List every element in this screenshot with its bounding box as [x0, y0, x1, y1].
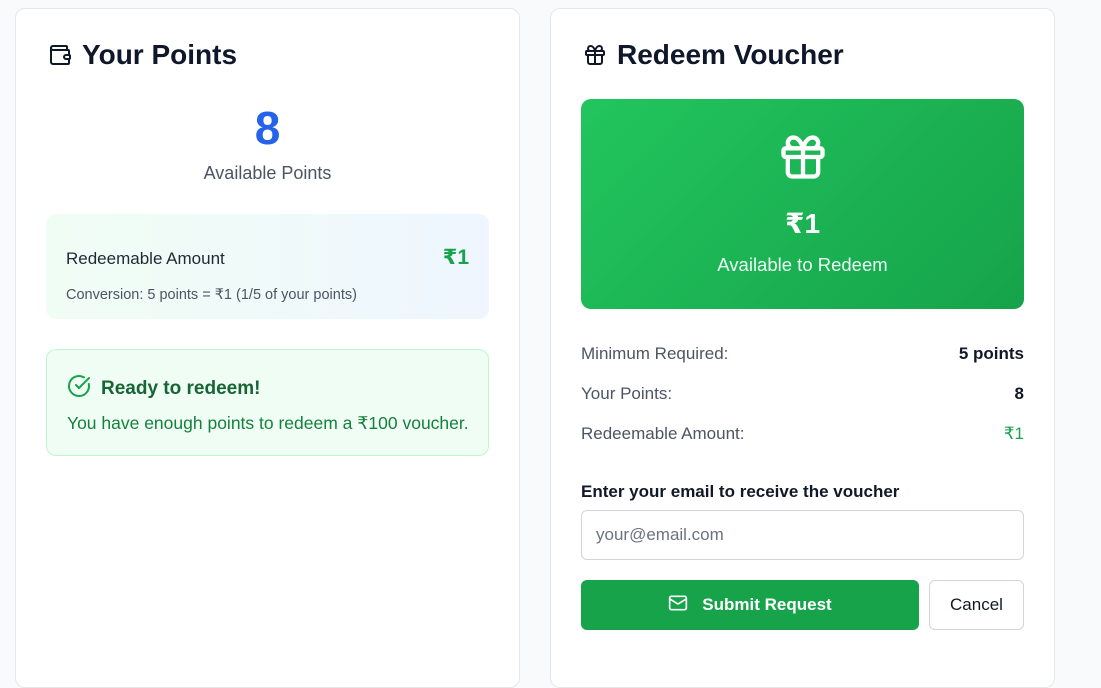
redeemable-amount-label: Redeemable Amount [66, 249, 225, 268]
gift-icon [583, 43, 607, 67]
points-card-title-text: Your Points [82, 39, 238, 70]
redeemable-amount-row: Redeemable Amount: ₹1 [581, 424, 1024, 444]
ready-message: You have enough points to redeem a ₹100 … [67, 413, 469, 433]
points-card-title: Your Points [48, 39, 237, 71]
minimum-required-row: Minimum Required: 5 points [581, 344, 1024, 364]
voucher-card-title-text: Redeem Voucher [617, 39, 844, 70]
redeemable-amount-box: Redeemable Amount ₹1 Conversion: 5 point… [46, 214, 489, 319]
minimum-required-value: 5 points [958, 344, 1024, 363]
email-field[interactable] [581, 510, 1024, 560]
voucher-card: Redeem Voucher ₹1 Available to Redeem Mi… [550, 8, 1055, 688]
ready-heading-text: Ready to redeem! [101, 378, 261, 399]
ready-to-redeem-alert: Ready to redeem! You have enough points … [46, 349, 489, 456]
email-field-label: Enter your email to receive the voucher [581, 482, 900, 501]
voucher-amount: ₹1 [784, 208, 821, 239]
wallet-icon [48, 43, 72, 67]
gift-icon [777, 131, 829, 188]
your-points-value: 8 [1014, 384, 1024, 403]
voucher-amount-caption: Available to Redeem [717, 254, 888, 275]
points-card: Your Points 8 Available Points Redeemabl… [15, 8, 520, 688]
available-points-caption: Available Points [203, 163, 332, 183]
check-circle-icon [67, 374, 91, 404]
voucher-summary-panel: ₹1 Available to Redeem [581, 99, 1024, 309]
cancel-button[interactable]: Cancel [929, 580, 1024, 630]
voucher-card-title: Redeem Voucher [583, 39, 844, 71]
conversion-note: Conversion: 5 points = ₹1 (1/5 of your p… [66, 287, 357, 303]
redeemable-amount-row-label: Redeemable Amount: [581, 424, 745, 443]
submit-request-label: Submit Request [702, 595, 832, 614]
redeemable-amount-row-value: ₹1 [1003, 424, 1024, 443]
submit-request-button[interactable]: Submit Request [581, 580, 919, 630]
minimum-required-label: Minimum Required: [581, 344, 729, 363]
ready-heading: Ready to redeem! [67, 374, 260, 404]
mail-icon [668, 593, 688, 618]
your-points-row: Your Points: 8 [581, 384, 1024, 404]
available-points-value: 8 [254, 102, 281, 154]
your-points-label: Your Points: [581, 384, 673, 403]
redeemable-amount-value: ₹1 [442, 246, 469, 269]
